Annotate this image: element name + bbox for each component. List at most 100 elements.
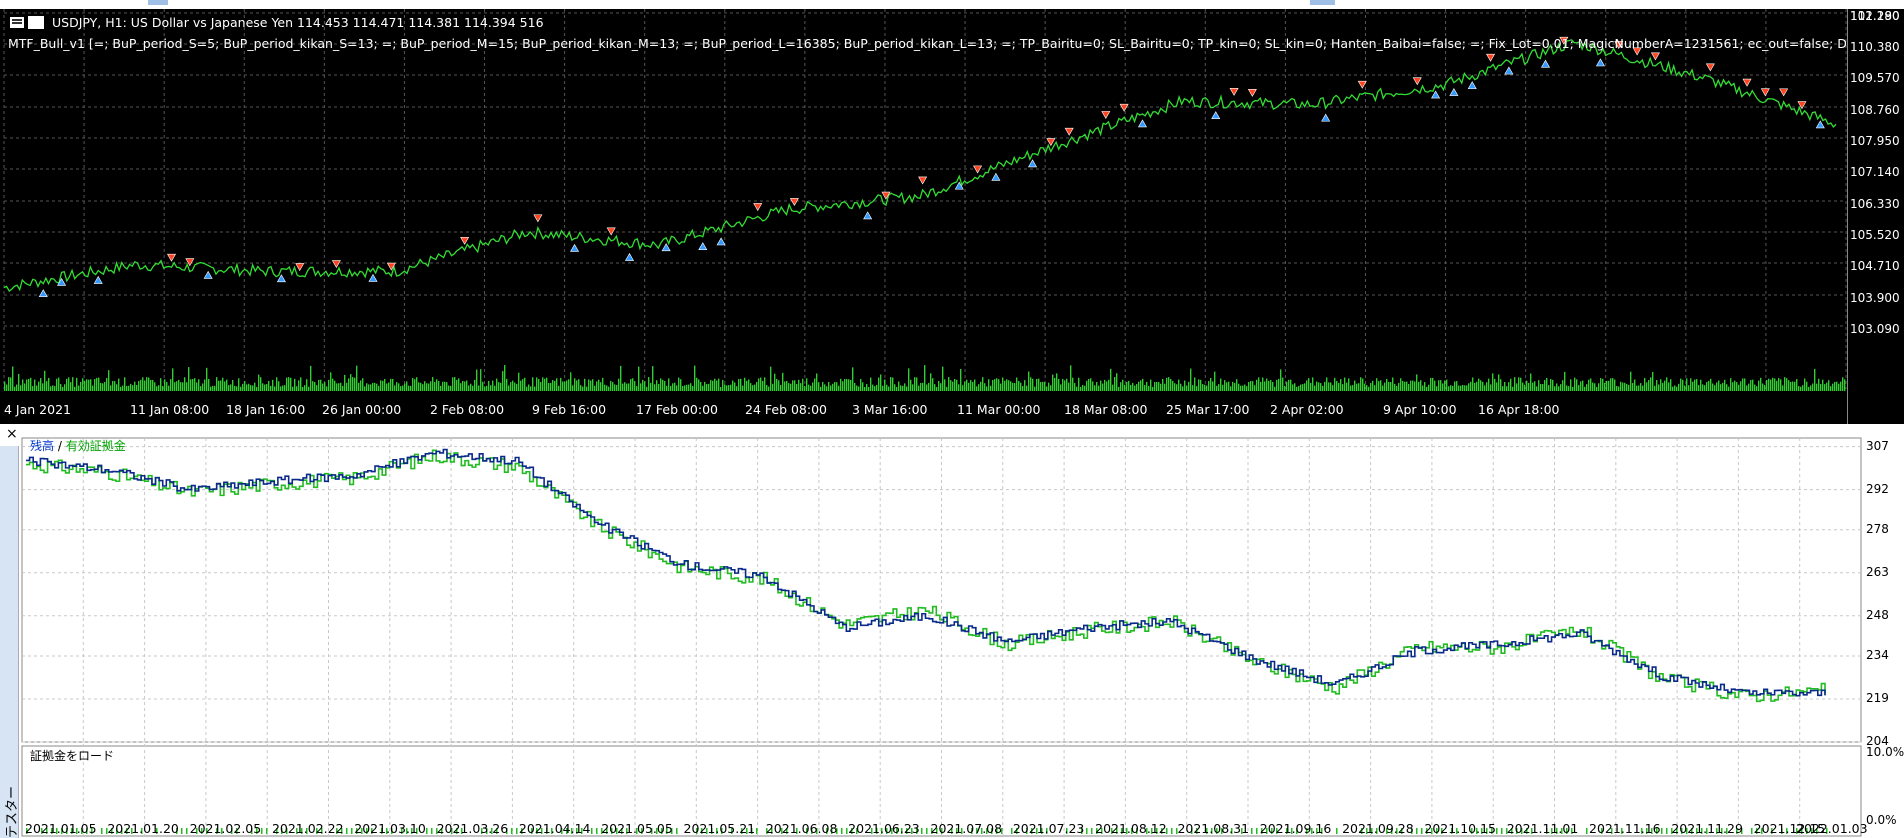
- volume-bar: [1388, 381, 1390, 391]
- close-icon[interactable]: ×: [6, 426, 18, 442]
- strip-tab[interactable]: [1310, 0, 1335, 5]
- volume-bar: [110, 385, 112, 391]
- volume-bar: [918, 385, 920, 391]
- volume-bar: [1316, 381, 1318, 391]
- strip-tab[interactable]: [148, 0, 168, 5]
- volume-bar: [314, 382, 316, 391]
- buy-arrow: [93, 275, 103, 284]
- price-chart[interactable]: USDJPY, H1: US Dollar vs Japanese Yen 11…: [0, 9, 1904, 424]
- volume-bar: [10, 377, 12, 391]
- volume-bar: [66, 378, 68, 391]
- tester-vertical-tab[interactable]: テスター: [0, 446, 20, 838]
- volume-bar: [1572, 386, 1574, 391]
- volume-bar: [1476, 381, 1478, 391]
- sell-arrow: [918, 176, 928, 185]
- volume-bar: [648, 377, 650, 391]
- volume-bar: [666, 385, 668, 391]
- volume-bar: [156, 386, 158, 391]
- volume-bar: [670, 385, 672, 391]
- volume-bar: [730, 384, 732, 391]
- buy-arrow: [1211, 111, 1221, 120]
- volume-bar: [390, 378, 392, 391]
- volume-bar: [1568, 386, 1570, 391]
- volume-bar: [184, 377, 186, 391]
- date-axis-label: 2021.01.05: [25, 821, 97, 836]
- volume-bar: [1188, 381, 1190, 391]
- time-scale-label: 9 Feb 16:00: [532, 402, 607, 417]
- date-axis-label: 2021.08.31: [1177, 821, 1250, 836]
- volume-bar: [732, 380, 734, 391]
- volume-bar: [776, 378, 778, 391]
- volume-bar: [204, 379, 206, 391]
- volume-bar: [236, 386, 238, 391]
- volume-bar: [134, 381, 136, 391]
- volume-bar: [1760, 377, 1762, 391]
- volume-bar: [1210, 377, 1212, 391]
- volume-bar: [158, 385, 160, 391]
- load-bar: [1666, 828, 1668, 834]
- date-axis-label: 2021.11.29: [1671, 821, 1743, 836]
- volume-bar: [128, 385, 130, 391]
- volume-bar: [1624, 382, 1626, 391]
- volume-bar: [1448, 386, 1450, 391]
- volume-bar: [1542, 384, 1544, 391]
- volume-bar: [1462, 384, 1464, 391]
- volume-bar: [246, 384, 248, 391]
- volume-bar: [784, 381, 786, 391]
- volume-bar: [1364, 383, 1366, 391]
- volume-bar: [1124, 384, 1126, 391]
- volume-bar: [180, 382, 182, 391]
- volume-bar: [1468, 383, 1470, 391]
- volume-bar: [974, 379, 976, 391]
- volume-bar: [934, 384, 936, 391]
- volume-bar: [176, 381, 178, 391]
- volume-bar: [318, 379, 320, 391]
- volume-bar: [970, 380, 972, 391]
- volume-bar: [1544, 380, 1546, 391]
- volume-bar: [692, 385, 694, 391]
- volume-bar: [1508, 382, 1510, 391]
- volume-bar: [564, 381, 566, 391]
- volume-bar: [200, 386, 202, 391]
- balance-axis-label: 278: [1866, 521, 1889, 536]
- volume-bar: [108, 370, 110, 391]
- volume-bar: [1838, 383, 1840, 391]
- volume-bar: [440, 385, 442, 391]
- volume-bar: [626, 383, 628, 391]
- volume-bar: [1626, 383, 1628, 391]
- volume-bar: [1004, 380, 1006, 391]
- volume-bar: [1184, 380, 1186, 391]
- volume-bar: [150, 379, 152, 391]
- volume-bar: [716, 380, 718, 391]
- volume-bar: [94, 379, 96, 391]
- buy-arrow: [1504, 66, 1514, 75]
- time-scale-label: 4 Jan 2021: [4, 402, 71, 417]
- volume-bar: [488, 380, 490, 391]
- volume-bar: [1456, 381, 1458, 391]
- volume-bar: [824, 384, 826, 391]
- volume-bar: [414, 379, 416, 391]
- volume-bar: [56, 378, 58, 391]
- volume-bar: [1704, 385, 1706, 391]
- volume-bar: [1094, 385, 1096, 391]
- volume-bar: [1640, 383, 1642, 391]
- volume-bar: [1676, 386, 1678, 391]
- volume-bar: [1518, 377, 1520, 391]
- volume-bar: [212, 385, 214, 391]
- load-bar: [841, 828, 843, 834]
- volume-bar: [772, 383, 774, 391]
- volume-bar: [744, 377, 746, 391]
- volume-bar: [1158, 381, 1160, 391]
- volume-bar: [276, 377, 278, 391]
- strategy-tester-panel: [0, 424, 1904, 838]
- volume-bar: [1398, 382, 1400, 391]
- sell-arrow: [460, 236, 470, 245]
- volume-bar: [1498, 374, 1500, 391]
- volume-bar: [1120, 382, 1122, 391]
- volume-bar: [1332, 385, 1334, 391]
- volume-bar: [762, 380, 764, 391]
- volume-bar: [428, 383, 430, 391]
- volume-bar: [1678, 383, 1680, 391]
- volume-bar: [960, 368, 962, 391]
- date-axis-label: 2021.03.10: [354, 821, 426, 836]
